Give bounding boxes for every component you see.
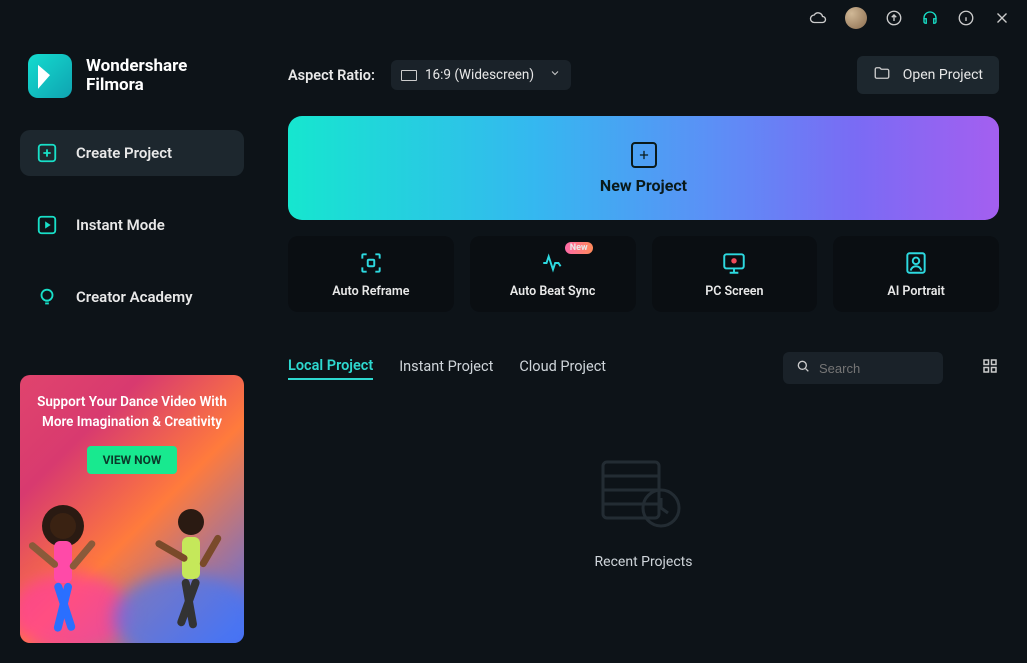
new-project-label: New Project xyxy=(600,176,687,195)
pc-screen-icon xyxy=(721,250,747,276)
sidebar-item-creator-academy[interactable]: Creator Academy xyxy=(20,274,244,320)
action-ai-portrait[interactable]: AI Portrait xyxy=(833,236,999,312)
upload-icon[interactable] xyxy=(885,9,903,27)
open-project-button[interactable]: Open Project xyxy=(857,56,999,94)
grid-view-icon[interactable] xyxy=(981,357,999,379)
cloud-icon[interactable] xyxy=(809,9,827,27)
logo-mark-icon xyxy=(28,54,72,98)
folder-icon xyxy=(873,64,891,86)
open-project-label: Open Project xyxy=(903,67,983,83)
aspect-ratio-select[interactable]: 16:9 (Widescreen) xyxy=(391,60,571,90)
action-pc-screen[interactable]: PC Screen xyxy=(652,236,818,312)
brand-line2: Filmora xyxy=(86,76,187,95)
play-box-icon xyxy=(36,214,58,236)
chevron-down-icon xyxy=(549,67,561,83)
search-box[interactable] xyxy=(783,352,943,384)
brand-line1: Wondershare xyxy=(86,57,187,76)
avatar[interactable] xyxy=(845,7,867,29)
sidebar-item-label: Creator Academy xyxy=(76,288,193,306)
beat-sync-icon xyxy=(540,250,566,276)
aspect-ratio-label: Aspect Ratio: xyxy=(288,67,375,84)
promo-line1: Support Your Dance Video With xyxy=(34,393,230,413)
search-input[interactable] xyxy=(819,361,931,376)
ai-portrait-icon xyxy=(903,250,929,276)
promo-illustration xyxy=(20,493,244,643)
action-auto-reframe[interactable]: Auto Reframe xyxy=(288,236,454,312)
aspect-ratio-value: 16:9 (Widescreen) xyxy=(425,67,534,83)
plus-box-icon xyxy=(631,142,657,168)
headset-icon[interactable] xyxy=(921,9,939,27)
sidebar-item-instant-mode[interactable]: Instant Mode xyxy=(20,202,244,248)
close-icon[interactable] xyxy=(993,9,1011,27)
sidebar-item-create-project[interactable]: Create Project xyxy=(20,130,244,176)
recent-projects-icon xyxy=(599,458,689,534)
app-logo: Wondershare Filmora xyxy=(20,44,244,126)
promo-banner[interactable]: Support Your Dance Video With More Imagi… xyxy=(20,375,244,643)
action-label: Auto Reframe xyxy=(332,284,409,299)
info-icon[interactable] xyxy=(957,9,975,27)
new-badge: New xyxy=(565,242,593,254)
promo-cta-button[interactable]: VIEW NOW xyxy=(87,446,178,474)
action-auto-beat-sync[interactable]: New Auto Beat Sync xyxy=(470,236,636,312)
sidebar-item-label: Create Project xyxy=(76,144,172,162)
reframe-icon xyxy=(358,250,384,276)
promo-line2: More Imagination & Creativity xyxy=(34,413,230,433)
search-icon xyxy=(795,358,811,378)
plus-box-icon xyxy=(36,142,58,164)
tab-local-project[interactable]: Local Project xyxy=(288,357,373,380)
action-label: Auto Beat Sync xyxy=(510,284,596,299)
aspect-rect-icon xyxy=(401,70,417,81)
action-label: PC Screen xyxy=(705,284,763,299)
recent-projects-label: Recent Projects xyxy=(595,554,693,570)
tab-instant-project[interactable]: Instant Project xyxy=(399,358,493,379)
new-project-button[interactable]: New Project xyxy=(288,116,999,220)
bulb-icon xyxy=(36,286,58,308)
sidebar-item-label: Instant Mode xyxy=(76,216,165,234)
tab-cloud-project[interactable]: Cloud Project xyxy=(519,358,606,379)
action-label: AI Portrait xyxy=(887,284,945,299)
